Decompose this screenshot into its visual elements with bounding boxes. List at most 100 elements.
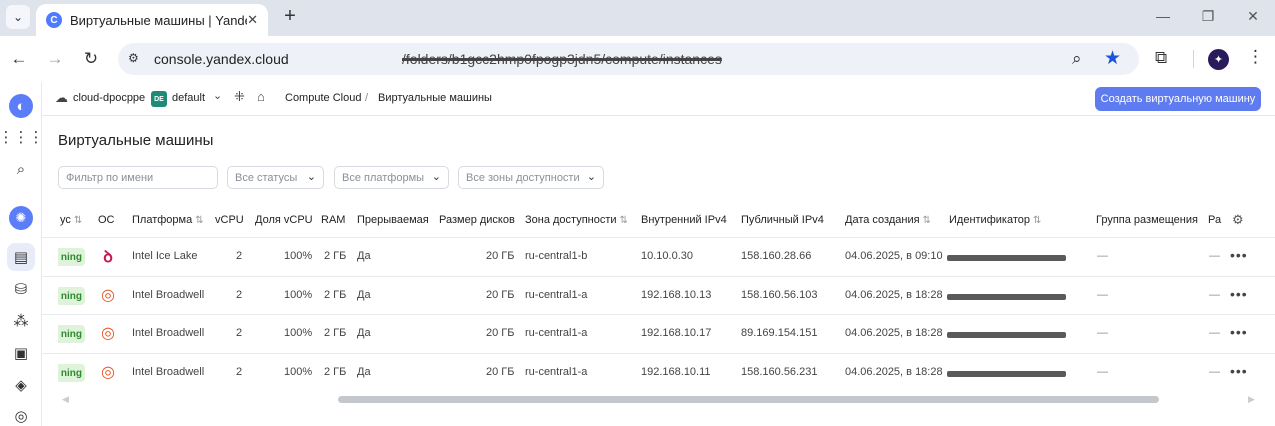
status-filter-select[interactable]: Все статусы ⌄ xyxy=(227,166,324,189)
toolbar-divider xyxy=(1193,50,1194,68)
chevron-down-icon: ⌄ xyxy=(431,171,441,183)
cell-extra: — xyxy=(1209,366,1220,378)
cell-extra: — xyxy=(1209,327,1220,339)
column-status-label: ус xyxy=(60,214,71,226)
instance-groups-icon[interactable]: ⁂ xyxy=(7,307,35,335)
redacted-identifier xyxy=(947,371,1066,377)
name-filter-placeholder: Фильтр по имени xyxy=(66,172,154,184)
images-icon[interactable]: ▣ xyxy=(7,339,35,367)
row-actions-more-icon[interactable]: ••• xyxy=(1230,247,1248,263)
status-badge: ning xyxy=(58,364,85,382)
cell-ram: 2 ГБ xyxy=(324,327,347,339)
bookmark-star-icon[interactable]: ★ xyxy=(1104,47,1121,70)
column-platform[interactable]: Платформа ⇅ xyxy=(132,214,204,226)
chevron-down-icon: ⌄ xyxy=(586,171,596,183)
zoom-icon[interactable]: ⌕ xyxy=(1072,49,1082,69)
ubuntu-logo-icon: ◎ xyxy=(101,325,115,342)
extensions-puzzle-icon[interactable]: ⧉ xyxy=(1155,48,1167,68)
cell-vcpu: 2 xyxy=(236,366,243,378)
sort-icon[interactable]: ⇅ xyxy=(620,215,628,226)
forward-arrow-icon[interactable]: → xyxy=(44,48,66,70)
cell-public-ip: 158.160.28.66 xyxy=(741,250,812,262)
platform-filter-select[interactable]: Все платформы ⌄ xyxy=(334,166,449,189)
url-path: /folders/b1gcc2hmp0fpogp3jdn5/compute/in… xyxy=(402,51,722,67)
browser-tab-active[interactable]: C Виртуальные машины | Yandex ✕ xyxy=(36,4,268,36)
cell-public-ip: 158.160.56.103 xyxy=(741,289,818,301)
profile-avatar[interactable]: ✦ xyxy=(1208,49,1229,70)
column-status[interactable]: ус ⇅ xyxy=(60,214,82,226)
cell-preemptible: Да xyxy=(357,327,371,339)
address-bar[interactable]: ⚙ console.yandex.cloud /folders/b1gcc2hm… xyxy=(118,43,1139,75)
scroll-right-arrow-icon[interactable]: ▶ xyxy=(1248,394,1255,405)
sort-icon[interactable]: ⇅ xyxy=(923,215,931,226)
disks-icon[interactable]: ⛁ xyxy=(7,275,35,303)
column-created[interactable]: Дата создания ⇅ xyxy=(845,214,931,226)
table-settings-gear-icon[interactable]: ⚙ xyxy=(1232,212,1244,228)
yandex-cloud-logo-icon[interactable]: ◐ xyxy=(9,94,33,118)
new-tab-button[interactable]: + xyxy=(278,4,302,28)
row-actions-more-icon[interactable]: ••• xyxy=(1230,324,1248,340)
breadcrumb-cloud[interactable]: cloud-dpocppe xyxy=(73,92,145,104)
horizontal-scrollbar[interactable] xyxy=(338,396,1159,403)
placement-groups-icon[interactable]: ◎ xyxy=(7,402,35,426)
table-row[interactable]: ning ◎ Intel Broadwell 2 100% 2 ГБ Да 20… xyxy=(42,276,1275,314)
cell-public-ip: 89.169.154.151 xyxy=(741,327,818,339)
virtual-machines-icon[interactable]: ▤ xyxy=(7,243,35,271)
compute-cloud-icon[interactable]: ✺ xyxy=(9,206,33,230)
site-settings-icon[interactable]: ⚙ xyxy=(128,51,144,67)
cell-vcpu: 2 xyxy=(236,327,243,339)
sort-icon[interactable]: ⇅ xyxy=(74,215,82,226)
cell-public-ip: 158.160.56.231 xyxy=(741,366,818,378)
cloud-icon: ☁ xyxy=(55,90,68,105)
close-tab-icon[interactable]: ✕ xyxy=(247,12,258,28)
home-icon[interactable]: ⌂ xyxy=(257,89,265,104)
name-filter-input[interactable]: Фильтр по имени xyxy=(58,166,218,189)
column-platform-label: Платформа xyxy=(132,214,193,226)
snapshots-icon[interactable]: ◈ xyxy=(7,371,35,399)
sort-icon[interactable]: ⇅ xyxy=(195,215,203,226)
tab-search-button[interactable]: ⌄ xyxy=(6,5,30,29)
row-actions-more-icon[interactable]: ••• xyxy=(1230,363,1248,379)
cell-internal-ip: 10.10.0.30 xyxy=(641,250,693,262)
reload-icon[interactable]: ↻ xyxy=(80,48,102,70)
column-public-ip: Публичный IPv4 xyxy=(741,214,824,226)
breadcrumb-service[interactable]: Compute Cloud xyxy=(285,92,361,104)
breadcrumb-folder[interactable]: default xyxy=(172,92,205,104)
chevron-down-icon: ⌄ xyxy=(306,171,316,183)
service-map-icon[interactable]: ⁜ xyxy=(234,89,245,105)
cell-platform: Intel Broadwell xyxy=(132,289,205,301)
column-zone-label: Зона доступности xyxy=(525,214,617,226)
chevron-down-icon[interactable]: ⌄ xyxy=(213,89,222,102)
close-window-icon[interactable]: ✕ xyxy=(1243,8,1263,25)
cell-disk-size: 20 ГБ xyxy=(486,289,515,301)
chevron-down-icon: ⌄ xyxy=(12,10,24,24)
row-actions-more-icon[interactable]: ••• xyxy=(1230,286,1248,302)
column-disk-size: Размер дисков xyxy=(439,214,515,226)
cell-zone: ru-central1-a xyxy=(525,366,588,378)
all-services-grid-icon[interactable]: ⋮⋮⋮ xyxy=(0,123,44,151)
status-filter-label: Все статусы xyxy=(235,172,298,184)
table-row[interactable]: ning ◎ Intel Broadwell 2 100% 2 ГБ Да 20… xyxy=(42,314,1275,352)
browser-menu-icon[interactable]: ⋮ xyxy=(1247,47,1264,67)
restore-window-icon[interactable]: ❐ xyxy=(1198,8,1218,25)
scroll-left-arrow-icon[interactable]: ◀ xyxy=(62,394,69,405)
column-id[interactable]: Идентификатор ⇅ xyxy=(949,214,1041,226)
create-vm-button[interactable]: Создать виртуальную машину xyxy=(1095,87,1261,111)
cell-placement-group: — xyxy=(1097,327,1108,339)
table-row[interactable]: ning ◎ Intel Broadwell 2 100% 2 ГБ Да 20… xyxy=(42,353,1275,385)
platform-filter-label: Все платформы xyxy=(342,172,425,184)
minimize-window-icon[interactable]: — xyxy=(1153,8,1173,24)
url-host: console.yandex.cloud xyxy=(154,51,289,67)
cell-ram: 2 ГБ xyxy=(324,366,347,378)
zone-filter-select[interactable]: Все зоны доступности ⌄ xyxy=(458,166,604,189)
cell-platform: Intel Ice Lake xyxy=(132,250,198,262)
column-zone[interactable]: Зона доступности ⇅ xyxy=(525,214,628,226)
cell-placement-group: — xyxy=(1097,289,1108,301)
cell-disk-size: 20 ГБ xyxy=(486,250,515,262)
breadcrumb-current: Виртуальные машины xyxy=(378,92,492,104)
search-icon[interactable]: ⌕ xyxy=(7,155,35,183)
back-arrow-icon[interactable]: ← xyxy=(8,48,30,70)
cell-preemptible: Да xyxy=(357,366,371,378)
table-row[interactable]: ning ꝺ Intel Ice Lake 2 100% 2 ГБ Да 20 … xyxy=(42,237,1275,275)
sort-icon[interactable]: ⇅ xyxy=(1033,215,1041,226)
